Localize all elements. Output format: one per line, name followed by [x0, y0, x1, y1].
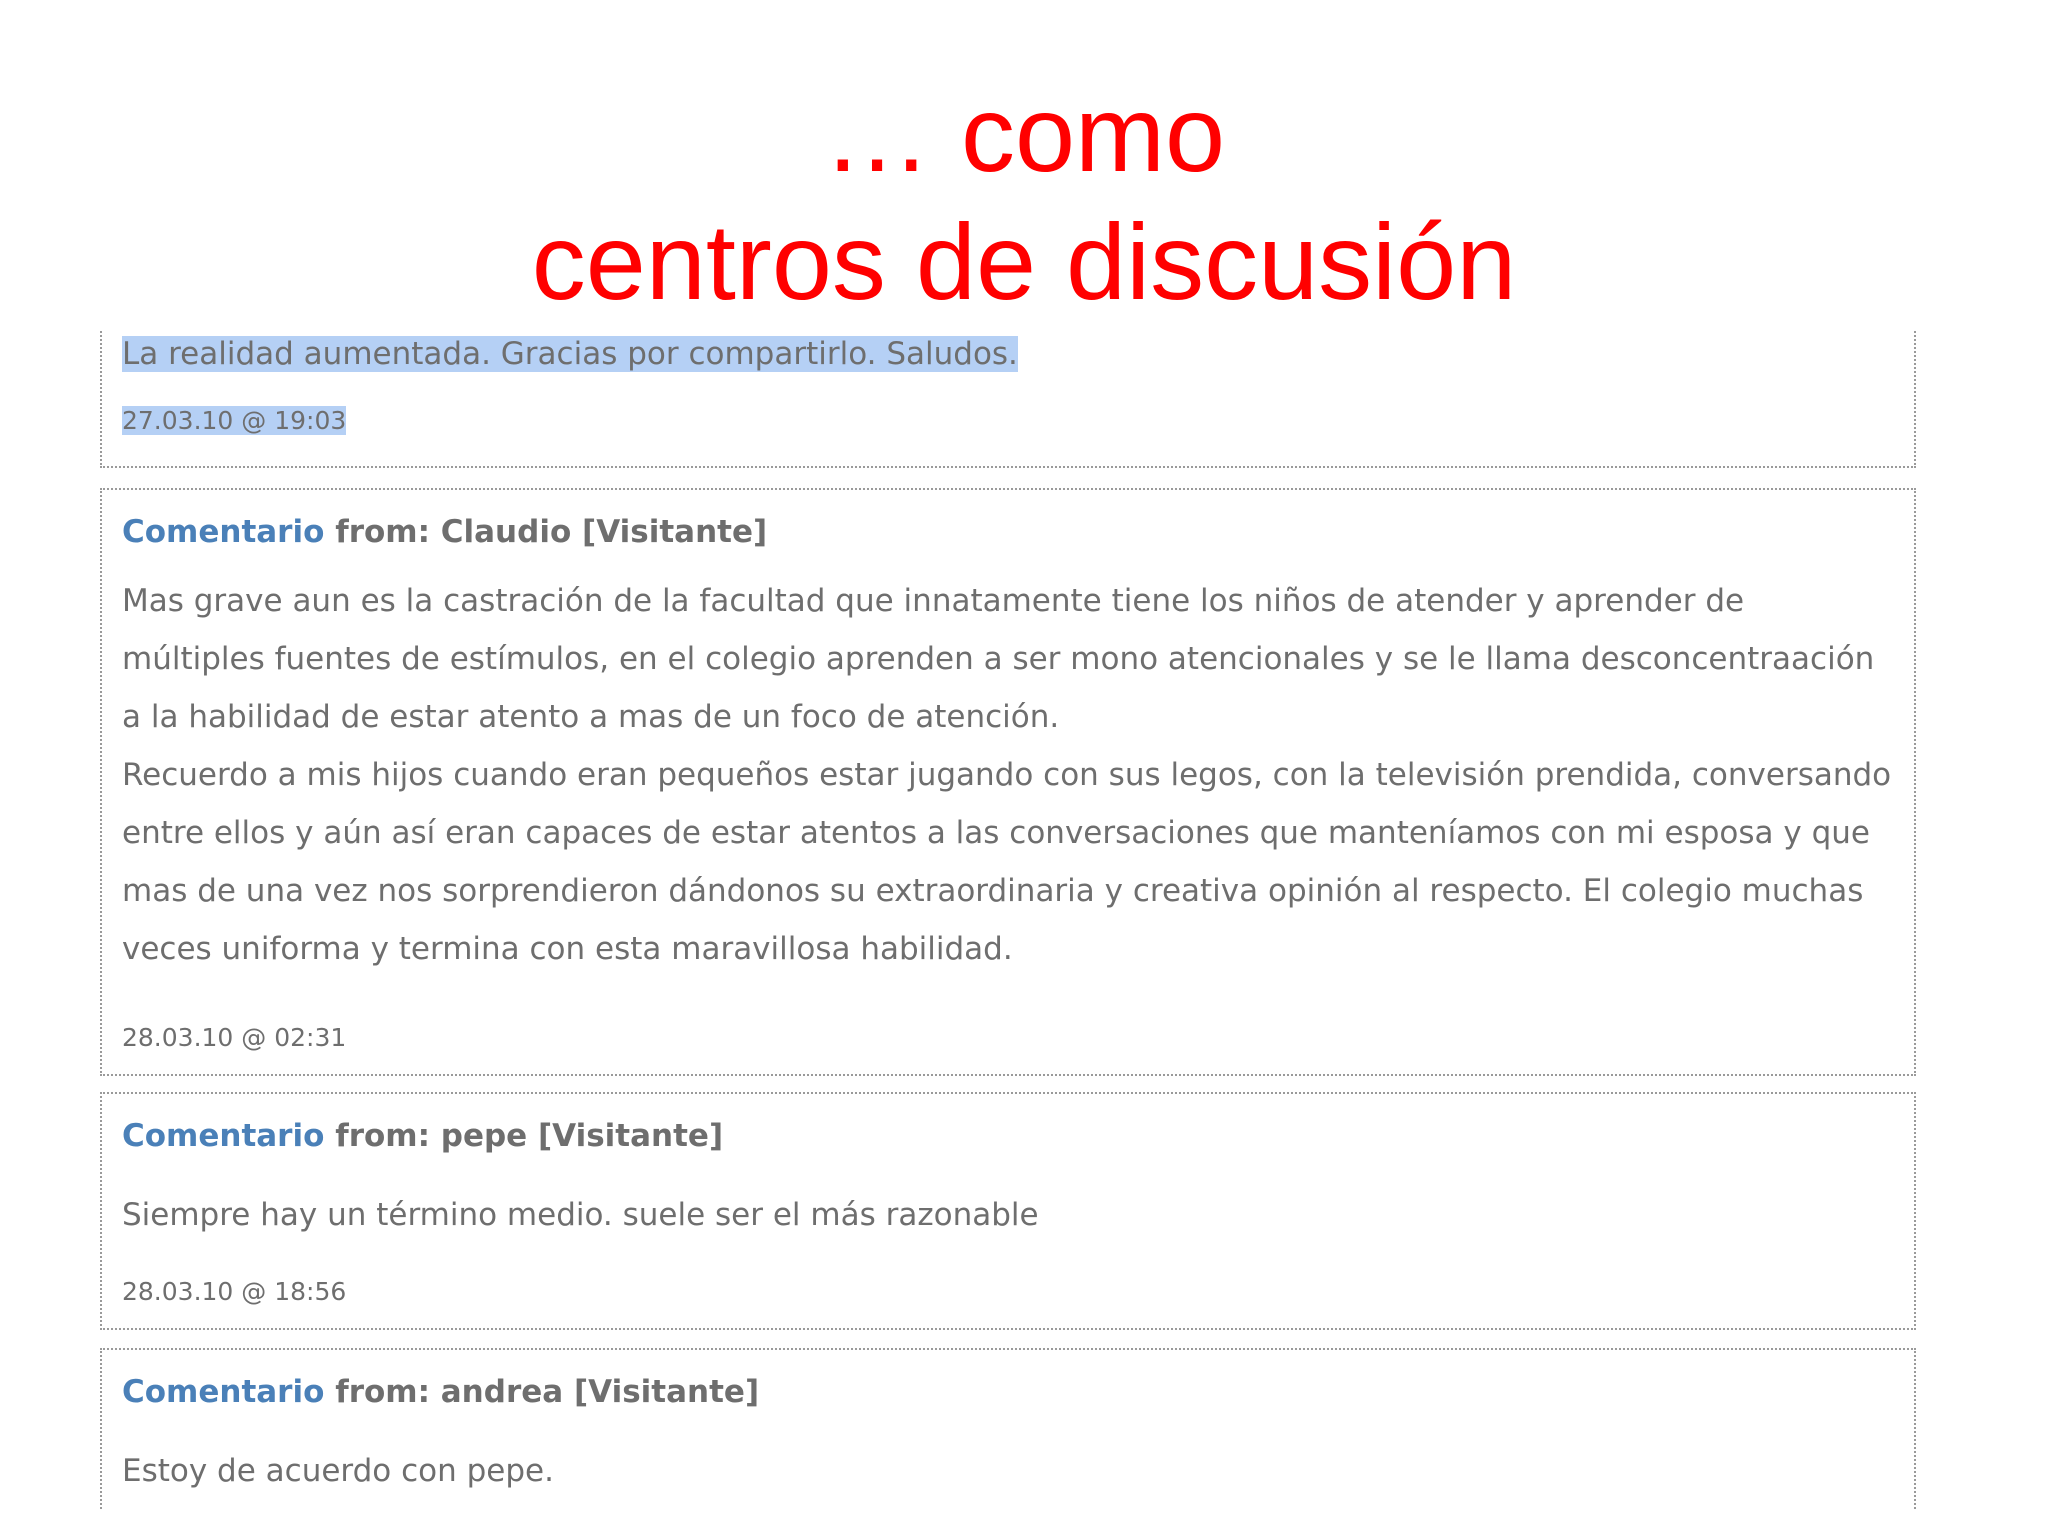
comment-paragraph: Estoy de acuerdo con pepe.: [122, 1453, 554, 1489]
selected-timestamp[interactable]: 27.03.10 @ 19:03: [122, 406, 347, 435]
comment-header: Comentario from: Claudio [Visitante]: [122, 514, 767, 550]
selected-text[interactable]: La realidad aumentada. Gracias por compa…: [122, 336, 1018, 372]
slide-title-line-2: centros de discusión: [531, 201, 1517, 322]
comment-body: Mas grave aun es la castración de la fac…: [122, 572, 1892, 978]
comment-author: from: pepe [Visitante]: [335, 1118, 724, 1154]
comment-list: La realidad aumentada. Gracias por compa…: [100, 330, 1916, 1510]
comment-timestamp: 27.03.10 @ 19:03: [122, 406, 347, 435]
comment-author: from: Claudio [Visitante]: [335, 514, 768, 550]
comment-header: Comentario from: andrea [Visitante]: [122, 1374, 759, 1410]
comment-timestamp: 28.03.10 @ 02:31: [122, 1023, 347, 1052]
slide-title-line-1: … como: [822, 73, 1226, 194]
comment-item: La realidad aumentada. Gracias por compa…: [100, 330, 1916, 468]
comment-body: Estoy de acuerdo con pepe.: [122, 1442, 1892, 1500]
comment-body: Siempre hay un término medio. suele ser …: [122, 1186, 1892, 1244]
comment-paragraph: Mas grave aun es la castración de la fac…: [122, 583, 1875, 735]
comment-item: Comentario from: Claudio [Visitante] Mas…: [100, 488, 1916, 1076]
comment-paragraph: Recuerdo a mis hijos cuando eran pequeño…: [122, 757, 1892, 967]
comment-body[interactable]: La realidad aumentada. Gracias por compa…: [122, 332, 1892, 376]
comment-link[interactable]: Comentario: [122, 514, 324, 550]
comment-header: Comentario from: pepe [Visitante]: [122, 1118, 723, 1154]
comment-item: Comentario from: andrea [Visitante] Esto…: [100, 1348, 1916, 1510]
comment-author: from: andrea [Visitante]: [335, 1374, 760, 1410]
slide-title: … como centros de discusión: [0, 70, 2048, 326]
comment-link[interactable]: Comentario: [122, 1118, 324, 1154]
comment-item: Comentario from: pepe [Visitante] Siempr…: [100, 1092, 1916, 1330]
comment-timestamp: 28.03.10 @ 18:56: [122, 1277, 347, 1306]
comment-paragraph: Siempre hay un término medio. suele ser …: [122, 1197, 1039, 1233]
comment-link[interactable]: Comentario: [122, 1374, 324, 1410]
